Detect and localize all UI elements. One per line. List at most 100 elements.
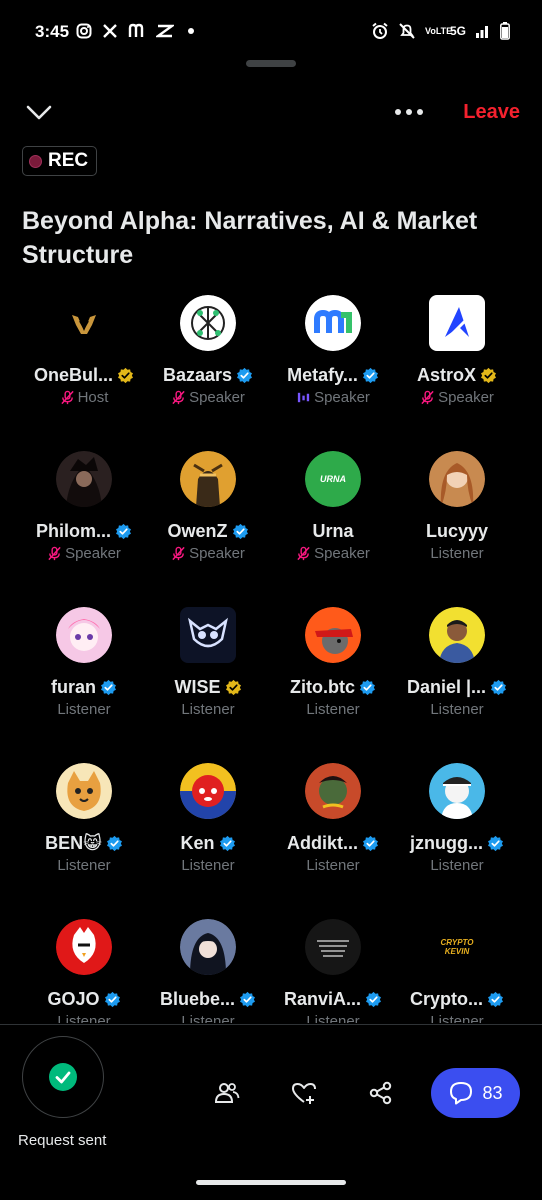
participant-card[interactable]: Addikt... Listener [271, 763, 395, 913]
participant-role: Speaker [65, 544, 121, 562]
participant-name-row: jznugg... [395, 832, 519, 854]
participant-avatar[interactable] [429, 295, 485, 351]
m-icon [128, 23, 144, 37]
participant-name: AstroX [416, 364, 476, 385]
participant-card[interactable]: GOJO Listener [22, 919, 146, 1023]
verified-badge-icon [363, 835, 378, 851]
mic-muted-icon [172, 390, 185, 404]
participant-avatar[interactable] [180, 607, 236, 663]
participant-name-row: RanviA... [271, 988, 395, 1010]
sheet-drag-handle[interactable] [246, 60, 296, 67]
participant-card[interactable]: WISE Listener [146, 607, 270, 757]
more-options-button[interactable] [390, 100, 428, 124]
people-icon[interactable] [213, 1079, 241, 1107]
participant-avatar[interactable] [305, 763, 361, 819]
dot-icon [188, 28, 194, 34]
participant-card[interactable]: jznugg... Listener [395, 763, 519, 913]
participant-card[interactable]: Bluebe... Listener [146, 919, 270, 1023]
participant-avatar[interactable] [180, 763, 236, 819]
participant-card[interactable]: Lucyyy Listener [395, 451, 519, 601]
speaking-bars-icon [297, 392, 310, 402]
participant-role-row: Listener [395, 699, 519, 719]
verified-badge-icon [362, 367, 378, 383]
participant-card[interactable]: Metafy... Speaker [271, 295, 395, 445]
participant-name: RanviA... [283, 988, 362, 1009]
participant-card[interactable]: AstroX Speaker [395, 295, 519, 445]
leave-button[interactable]: Leave [463, 101, 520, 124]
participant-name-row: Urna [271, 520, 395, 542]
participant-avatar[interactable]: URNA [305, 451, 361, 507]
participant-avatar[interactable] [56, 295, 112, 351]
verified-badge-icon [237, 367, 252, 383]
participant-name-row: Philom... [22, 520, 146, 542]
verified-badge-icon [491, 679, 507, 695]
participant-avatar[interactable] [56, 919, 112, 975]
participant-role: Speaker [314, 544, 370, 562]
participant-avatar[interactable]: CRYPTO KEVIN [429, 919, 485, 975]
participant-avatar[interactable] [180, 295, 236, 351]
participant-role: Listener [306, 700, 360, 718]
check-circle-icon [49, 1063, 77, 1091]
participant-role: Speaker [438, 388, 494, 406]
verified-badge-icon [360, 679, 375, 695]
signal-icon [476, 26, 488, 38]
status-system-icons: VoLTE 5G [371, 22, 510, 40]
participant-name-row: GOJO [22, 988, 146, 1010]
recording-badge: REC [22, 146, 98, 176]
participant-role-row: Speaker [271, 387, 395, 407]
participant-card[interactable]: Philom... Speaker [22, 451, 146, 601]
participant-role-row: Speaker [22, 543, 146, 563]
participant-role: Speaker [189, 388, 245, 406]
home-indicator[interactable] [196, 1180, 346, 1185]
participant-card[interactable]: RanviA... Listener [271, 919, 395, 1023]
participant-role: Listener [57, 700, 111, 718]
participant-card[interactable]: Zito.btc Listener [271, 607, 395, 757]
share-icon[interactable] [367, 1079, 395, 1107]
battery-icon [500, 22, 510, 40]
participant-avatar[interactable] [180, 919, 236, 975]
participant-avatar[interactable] [429, 763, 485, 819]
participant-avatar[interactable] [56, 607, 112, 663]
participant-avatar[interactable] [305, 295, 361, 351]
chat-button[interactable]: 83 [431, 1068, 520, 1118]
participant-card[interactable]: Daniel |... Listener [395, 607, 519, 757]
participant-card[interactable]: CRYPTO KEVIN Crypto... Listener [395, 919, 519, 1023]
participant-card[interactable]: URNA Urna Speaker [271, 451, 395, 601]
participant-card[interactable]: Bazaars Speaker [146, 295, 270, 445]
participant-name: OwenZ [167, 520, 228, 541]
volte-icon: VoLTE [424, 25, 453, 36]
participant-card[interactable]: OwenZ Speaker [146, 451, 270, 601]
verified-badge-icon [488, 991, 503, 1007]
mic-muted-icon [48, 546, 61, 560]
participant-card[interactable]: BEN😸 Listener [22, 763, 146, 913]
collapse-button[interactable] [22, 98, 56, 126]
participant-name: BEN😸 [45, 832, 102, 853]
participant-avatar[interactable] [56, 763, 112, 819]
participant-name-row: Bazaars [146, 364, 270, 386]
participant-card[interactable]: OneBul... Host [22, 295, 146, 445]
participant-role-row: Listener [146, 699, 270, 719]
verified-badge-icon [219, 835, 235, 851]
heart-plus-icon[interactable] [290, 1079, 318, 1107]
recording-label: REC [48, 150, 89, 171]
participant-card[interactable]: furan Listener [22, 607, 146, 757]
avatar-text: CRYPTO KEVIN [440, 938, 474, 956]
participant-avatar[interactable] [56, 451, 112, 507]
participant-name-row: BEN😸 [22, 832, 146, 854]
participant-avatar[interactable] [429, 451, 485, 507]
participant-avatar[interactable] [180, 451, 236, 507]
participant-avatar[interactable] [305, 919, 361, 975]
participant-role: Listener [430, 700, 484, 718]
participant-avatar[interactable] [305, 607, 361, 663]
participant-avatar[interactable] [429, 607, 485, 663]
status-notification-icons [76, 23, 194, 39]
participant-role-row: Listener [271, 855, 395, 875]
status-bar: 3:45 VoLTE 5G [0, 0, 542, 64]
participant-role: Listener [57, 856, 111, 874]
participant-card[interactable]: Ken Listener [146, 763, 270, 913]
participant-role-row: Listener [146, 1011, 270, 1024]
request-to-speak-button[interactable] [22, 1036, 104, 1118]
participant-name: GOJO [47, 988, 100, 1009]
verified-badge-icon [116, 523, 131, 539]
mic-muted-icon [297, 546, 310, 560]
